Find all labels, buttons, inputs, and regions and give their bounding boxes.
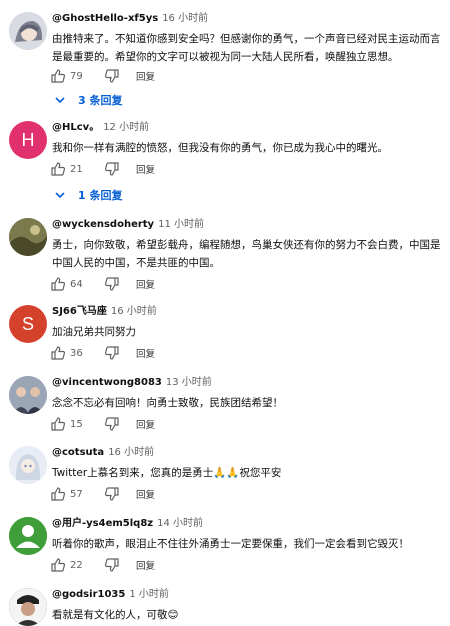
like-count: 57 — [70, 488, 83, 500]
reply-button[interactable]: 回复 — [136, 277, 155, 291]
comment-author[interactable]: @cotsuta — [52, 447, 104, 458]
like-count: 15 — [70, 418, 83, 430]
avatar[interactable]: S — [9, 305, 47, 343]
group-photo-avatar-icon — [9, 376, 47, 414]
avatar[interactable]: H — [9, 121, 47, 159]
landscape-avatar-icon — [9, 218, 47, 256]
chevron-down-icon — [54, 189, 66, 201]
thumbs-up-icon[interactable] — [50, 416, 66, 432]
like-count: 36 — [70, 347, 83, 359]
reply-button[interactable]: 回复 — [136, 558, 155, 572]
comment-time[interactable]: 16 小时前 — [108, 447, 154, 458]
thumbs-up-icon[interactable] — [50, 345, 66, 361]
avatar[interactable] — [9, 12, 47, 50]
replies-count: 3 条回复 — [78, 94, 123, 107]
person-photo-avatar-icon — [9, 588, 47, 626]
thumbs-up-icon[interactable] — [50, 486, 66, 502]
comment-text: 勇士，向你致敬，希望彭载舟，编程随想，鸟巢女侠还有你的努力不会白费，中国是中国人… — [52, 239, 441, 269]
reply-button[interactable]: 回复 — [136, 346, 155, 360]
comment-text: 由推特来了。不知道你感到安全吗？但感谢你的勇气，一个声音已经对民主运动而言是最重… — [52, 33, 441, 63]
thumbs-down-icon[interactable] — [104, 276, 120, 292]
avatar[interactable] — [9, 446, 47, 484]
anime-character-avatar-icon — [9, 12, 47, 50]
thumbs-down-icon[interactable] — [104, 557, 120, 573]
view-replies-button[interactable]: 1 条回复 — [54, 185, 122, 205]
avatar[interactable] — [9, 218, 47, 256]
comment-author[interactable]: @用户-ys4em5lq8z — [52, 518, 153, 529]
comment-text: 听着你的歌声，眼泪止不住往外涌勇士一定要保重，我们一定会看到它毁灭！ — [52, 538, 409, 550]
like-count: 21 — [70, 163, 83, 175]
comment-text: 加油兄弟共同努力 — [52, 326, 136, 338]
thumbs-down-icon[interactable] — [104, 68, 120, 84]
thumbs-up-icon[interactable] — [50, 161, 66, 177]
thumbs-down-icon[interactable] — [104, 416, 120, 432]
avatar-letter: S — [21, 313, 34, 334]
comment-text: Twitter上慕名到来，您真的是勇士🙏🙏祝您平安 — [52, 467, 282, 479]
like-count: 22 — [70, 559, 83, 571]
avatar[interactable] — [9, 588, 47, 626]
avatar[interactable] — [9, 517, 47, 555]
reply-button[interactable]: 回复 — [136, 417, 155, 431]
comment-author[interactable]: @godsir1035 — [52, 589, 125, 600]
comment-author[interactable]: SJ66飞马座 — [52, 306, 107, 317]
thumbs-down-icon[interactable] — [104, 486, 120, 502]
avatar[interactable] — [9, 376, 47, 414]
comment-author[interactable]: @wyckensdoherty — [52, 219, 154, 230]
comment-time[interactable]: 14 小时前 — [157, 518, 203, 529]
comment-author[interactable]: @GhostHello-xf5ys — [52, 13, 158, 24]
comment-author[interactable]: @vincentwong8083 — [52, 377, 162, 388]
reply-button[interactable]: 回复 — [136, 69, 155, 83]
comment-time[interactable]: 16 小时前 — [111, 306, 157, 317]
like-count: 64 — [70, 278, 83, 290]
like-count: 79 — [70, 70, 83, 82]
comment-time[interactable]: 13 小时前 — [166, 377, 212, 388]
reply-button[interactable]: 回复 — [136, 162, 155, 176]
comment-text: 我和你一样有满腔的愤怒，但我没有你的勇气，你已成为我心中的曙光。 — [52, 142, 388, 154]
comment-time[interactable]: 16 小时前 — [162, 13, 208, 24]
avatar-letter: H — [21, 129, 35, 150]
thumbs-up-icon[interactable] — [50, 276, 66, 292]
thumbs-up-icon[interactable] — [50, 68, 66, 84]
thumbs-up-icon[interactable] — [50, 557, 66, 573]
anime-girl-avatar-icon — [9, 446, 47, 484]
reply-button[interactable]: 回复 — [136, 487, 155, 501]
comment-time[interactable]: 11 小时前 — [158, 219, 204, 230]
comment-time[interactable]: 1 小时前 — [129, 589, 169, 600]
view-replies-button[interactable]: 3 条回复 — [54, 90, 122, 110]
chevron-down-icon — [54, 94, 66, 106]
comment-author[interactable]: @HLcv。 — [52, 122, 99, 133]
replies-count: 1 条回复 — [78, 189, 123, 202]
comment-time[interactable]: 12 小时前 — [103, 122, 149, 133]
thumbs-down-icon[interactable] — [104, 161, 120, 177]
comment-text: 念念不忘必有回响！向勇士致敬，民族团结希望！ — [52, 397, 283, 409]
default-user-avatar-icon — [9, 517, 47, 555]
thumbs-down-icon[interactable] — [104, 345, 120, 361]
comment-text: 看就是有文化的人，可敬😊 — [52, 609, 179, 621]
